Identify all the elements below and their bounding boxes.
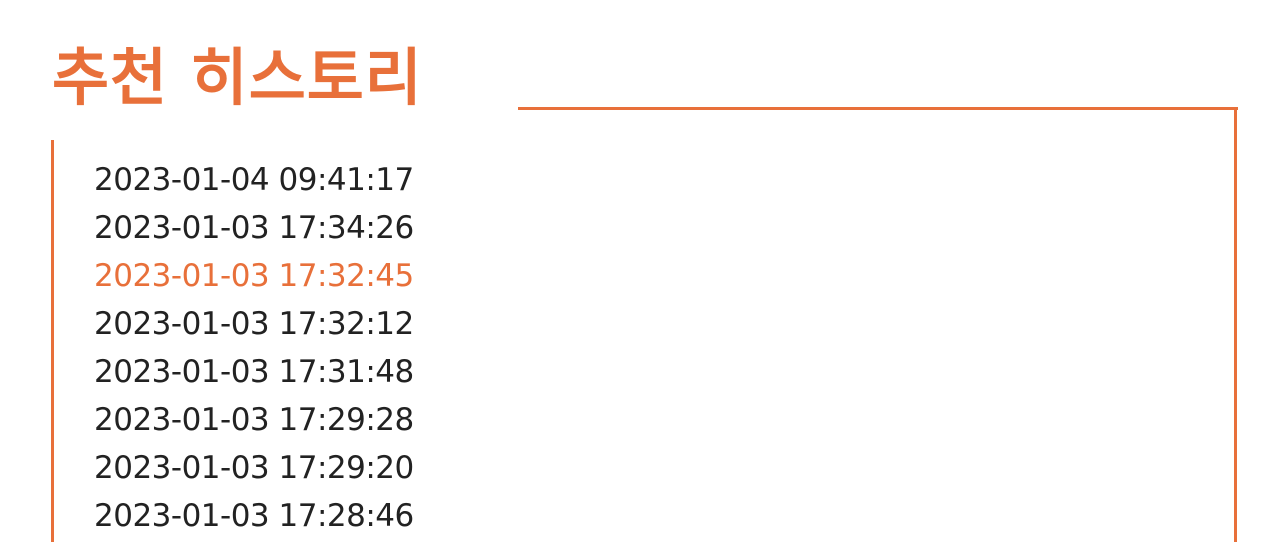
history-list: 2023-01-04 09:41:17 2023-01-03 17:34:26 … [94, 156, 414, 540]
history-item[interactable]: 2023-01-03 17:29:28 [94, 396, 414, 444]
frame-left-border [51, 140, 54, 542]
history-item[interactable]: 2023-01-03 17:34:26 [94, 204, 414, 252]
history-item[interactable]: 2023-01-03 17:29:20 [94, 444, 414, 492]
history-item[interactable]: 2023-01-04 09:41:17 [94, 156, 414, 204]
page-title: 추천 히스토리 [52, 41, 423, 114]
frame-right-border [1234, 107, 1237, 542]
history-item[interactable]: 2023-01-03 17:28:46 [94, 492, 414, 540]
recommendation-history-panel: 추천 히스토리 2023-01-04 09:41:17 2023-01-03 1… [0, 0, 1280, 542]
history-item[interactable]: 2023-01-03 17:32:12 [94, 300, 414, 348]
history-item[interactable]: 2023-01-03 17:32:45 [94, 252, 414, 300]
frame-top-border [518, 107, 1238, 110]
history-item[interactable]: 2023-01-03 17:31:48 [94, 348, 414, 396]
